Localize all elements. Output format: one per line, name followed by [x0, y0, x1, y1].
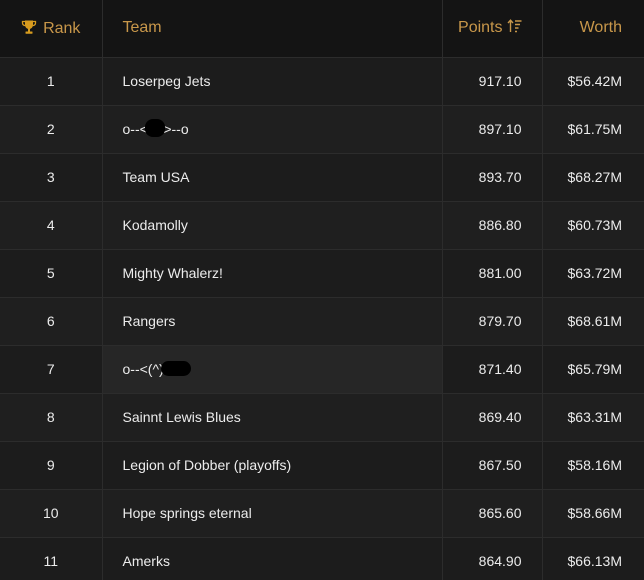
worth-cell: $63.31M	[542, 393, 644, 442]
rank-cell: 11	[0, 537, 103, 580]
points-cell: 867.50	[442, 441, 543, 490]
points-header-label: Points	[458, 19, 503, 37]
worth-cell: $61.75M	[542, 105, 644, 154]
table-header: Rank Team Points Worth	[0, 0, 644, 58]
rank-column-header[interactable]: Rank	[0, 0, 103, 58]
redaction-mark	[144, 119, 165, 137]
rank-cell: 6	[0, 297, 103, 346]
points-cell: 879.70	[442, 297, 543, 346]
points-cell: 917.10	[442, 57, 543, 106]
points-cell: 865.60	[442, 489, 543, 538]
points-cell: 864.90	[442, 537, 543, 580]
rank-cell: 2	[0, 105, 103, 154]
worth-cell: $65.79M	[542, 345, 644, 394]
standings-table-container: Rank Team Points Worth 1 Loserpeg Jets 9…	[0, 0, 644, 580]
team-name-redacted: o--<(^)	[122, 361, 191, 377]
worth-cell: $68.61M	[542, 297, 644, 346]
rank-cell: 9	[0, 441, 103, 490]
rank-cell: 3	[0, 153, 103, 202]
worth-cell: $63.72M	[542, 249, 644, 298]
table-row[interactable]: 2 o--< >--o 897.10 $61.75M	[0, 105, 644, 154]
table-row[interactable]: 10 Hope springs eternal 865.60 $58.66M	[0, 489, 644, 538]
rank-cell: 10	[0, 489, 103, 538]
table-row[interactable]: 3 Team USA 893.70 $68.27M	[0, 153, 644, 202]
worth-cell: $66.13M	[542, 537, 644, 580]
rank-header-label: Rank	[43, 19, 81, 37]
trophy-icon	[21, 20, 37, 34]
table-row[interactable]: 5 Mighty Whalerz! 881.00 $63.72M	[0, 249, 644, 298]
worth-cell: $68.27M	[542, 153, 644, 202]
team-cell[interactable]: Rangers	[102, 297, 443, 346]
team-cell[interactable]: Amerks	[102, 537, 443, 580]
table-row[interactable]: 9 Legion of Dobber (playoffs) 867.50 $58…	[0, 441, 644, 490]
worth-cell: $58.16M	[542, 441, 644, 490]
team-column-header[interactable]: Team	[102, 0, 443, 58]
team-cell[interactable]: o--< >--o	[102, 105, 443, 154]
table-body: 1 Loserpeg Jets 917.10 $56.42M 2 o--< >-…	[0, 57, 644, 580]
team-cell[interactable]: Kodamolly	[102, 201, 443, 250]
rank-cell: 8	[0, 393, 103, 442]
team-cell[interactable]: Mighty Whalerz!	[102, 249, 443, 298]
points-cell: 893.70	[442, 153, 543, 202]
table-row[interactable]: 1 Loserpeg Jets 917.10 $56.42M	[0, 57, 644, 106]
standings-table: Rank Team Points Worth 1 Loserpeg Jets 9…	[0, 0, 644, 580]
points-cell: 871.40	[442, 345, 543, 394]
points-cell: 869.40	[442, 393, 543, 442]
worth-cell: $58.66M	[542, 489, 644, 538]
points-cell: 886.80	[442, 201, 543, 250]
points-cell: 881.00	[442, 249, 543, 298]
team-name-text: o--<(^)	[122, 361, 164, 377]
worth-cell: $56.42M	[542, 57, 644, 106]
table-row[interactable]: 11 Amerks 864.90 $66.13M	[0, 537, 644, 580]
worth-cell: $60.73M	[542, 201, 644, 250]
team-cell[interactable]: o--<(^)	[102, 345, 443, 394]
team-cell[interactable]: Team USA	[102, 153, 443, 202]
team-header-label: Team	[122, 19, 162, 37]
table-row[interactable]: 7 o--<(^) 871.40 $65.79M	[0, 345, 644, 394]
redaction-mark	[160, 361, 191, 376]
team-cell[interactable]: Loserpeg Jets	[102, 57, 443, 106]
worth-header-label: Worth	[579, 19, 622, 37]
rank-cell: 5	[0, 249, 103, 298]
header-row: Rank Team Points Worth	[0, 0, 644, 58]
team-name-redacted: o--< >--o	[123, 119, 189, 137]
table-row[interactable]: 6 Rangers 879.70 $68.61M	[0, 297, 644, 346]
table-row[interactable]: 4 Kodamolly 886.80 $60.73M	[0, 201, 644, 250]
rank-cell: 4	[0, 201, 103, 250]
rank-cell: 7	[0, 345, 103, 394]
team-cell[interactable]: Sainnt Lewis Blues	[102, 393, 443, 442]
points-cell: 897.10	[442, 105, 543, 154]
team-cell[interactable]: Hope springs eternal	[102, 489, 443, 538]
rank-cell: 1	[0, 57, 103, 106]
table-row[interactable]: 8 Sainnt Lewis Blues 869.40 $63.31M	[0, 393, 644, 442]
sort-descending-icon	[506, 19, 521, 33]
team-cell[interactable]: Legion of Dobber (playoffs)	[102, 441, 443, 490]
points-column-header[interactable]: Points	[442, 0, 543, 58]
worth-column-header[interactable]: Worth	[542, 0, 644, 58]
